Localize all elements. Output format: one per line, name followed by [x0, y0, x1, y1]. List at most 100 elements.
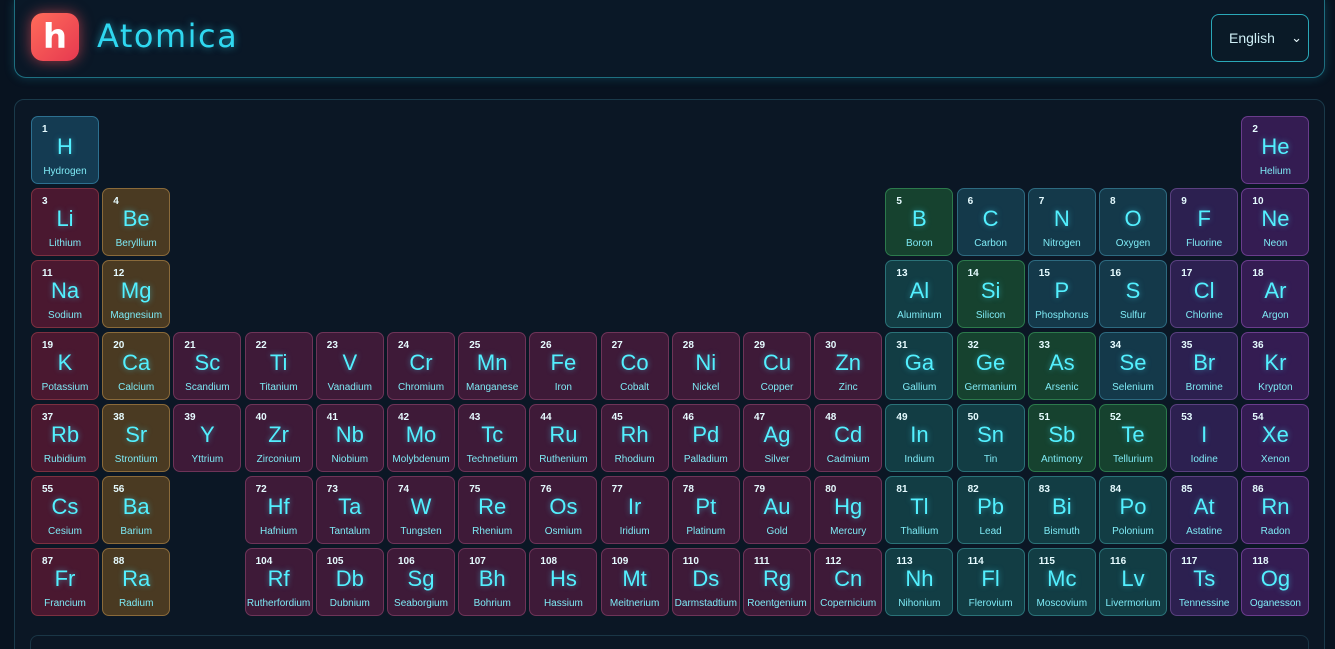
element-cell-lv[interactable]: 116 Lv Livermorium [1099, 548, 1167, 616]
element-name: Ruthenium [539, 454, 588, 465]
element-cell-k[interactable]: 19 K Potassium [31, 332, 99, 400]
app-header: h Atomica English ⌄ [14, 0, 1325, 78]
element-symbol: Ni [695, 350, 717, 375]
element-cell-n[interactable]: 7 N Nitrogen [1027, 188, 1096, 256]
element-cell-fe[interactable]: 26 Fe Iron [529, 332, 598, 400]
element-cell-zn[interactable]: 30 Zn Zinc [814, 332, 883, 400]
element-cell-kr[interactable]: 36 Kr Krypton [1241, 332, 1310, 400]
element-symbol: Fe [550, 350, 577, 375]
element-cell-in[interactable]: 49 In Indium [885, 404, 954, 472]
element-cell-o[interactable]: 8 O Oxygen [1099, 188, 1167, 256]
element-cell-rf[interactable]: 104 Rf Rutherfordium [244, 548, 313, 616]
element-cell-al[interactable]: 13 Al Aluminum [885, 260, 954, 328]
element-cell-f[interactable]: 9 F Fluorine [1170, 188, 1239, 256]
element-cell-ra[interactable]: 88 Ra Radium [102, 548, 171, 616]
element-cell-ni[interactable]: 28 Ni Nickel [671, 332, 740, 400]
element-cell-fl[interactable]: 114 Fl Flerovium [956, 548, 1025, 616]
element-cell-cl[interactable]: 17 Cl Chlorine [1170, 260, 1239, 328]
element-cell-as[interactable]: 33 As Arsenic [1027, 332, 1096, 400]
element-cell-h[interactable]: 1 H Hydrogen [31, 116, 99, 184]
element-cell-hs[interactable]: 108 Hs Hassium [529, 548, 598, 616]
element-cell-ga[interactable]: 31 Ga Gallium [885, 332, 954, 400]
element-cell-si[interactable]: 14 Si Silicon [956, 260, 1025, 328]
element-cell-ar[interactable]: 18 Ar Argon [1241, 260, 1310, 328]
element-cell-re[interactable]: 75 Re Rhenium [458, 476, 527, 544]
element-cell-sn[interactable]: 50 Sn Tin [956, 404, 1025, 472]
element-cell-s[interactable]: 16 S Sulfur [1099, 260, 1167, 328]
element-cell-sb[interactable]: 51 Sb Antimony [1027, 404, 1096, 472]
element-cell-b[interactable]: 5 B Boron [885, 188, 954, 256]
element-cell-v[interactable]: 23 V Vanadium [315, 332, 384, 400]
element-cell-co[interactable]: 27 Co Cobalt [600, 332, 669, 400]
element-cell-rg[interactable]: 111 Rg Roentgenium [743, 548, 811, 616]
element-cell-tc[interactable]: 43 Tc Technetium [458, 404, 527, 472]
element-cell-mg[interactable]: 12 Mg Magnesium [102, 260, 171, 328]
element-cell-mt[interactable]: 109 Mt Meitnerium [600, 548, 669, 616]
element-cell-i[interactable]: 53 I Iodine [1170, 404, 1239, 472]
app-logo[interactable]: h [31, 13, 79, 61]
element-cell-ir[interactable]: 77 Ir Iridium [600, 476, 669, 544]
element-cell-na[interactable]: 11 Na Sodium [31, 260, 99, 328]
element-cell-mn[interactable]: 25 Mn Manganese [458, 332, 527, 400]
element-cell-ts[interactable]: 117 Ts Tennessine [1170, 548, 1239, 616]
language-select[interactable]: English ⌄ [1211, 14, 1309, 62]
element-cell-sg[interactable]: 106 Sg Seaborgium [387, 548, 455, 616]
element-cell-pd[interactable]: 46 Pd Palladium [671, 404, 740, 472]
element-cell-db[interactable]: 105 Db Dubnium [315, 548, 384, 616]
element-cell-he[interactable]: 2 He Helium [1241, 116, 1310, 184]
element-cell-ag[interactable]: 47 Ag Silver [743, 404, 811, 472]
element-cell-p[interactable]: 15 P Phosphorus [1027, 260, 1096, 328]
element-cell-nh[interactable]: 113 Nh Nihonium [885, 548, 954, 616]
element-cell-pb[interactable]: 82 Pb Lead [956, 476, 1025, 544]
element-name: Tantalum [329, 526, 371, 537]
element-cell-xe[interactable]: 54 Xe Xenon [1241, 404, 1310, 472]
element-cell-rh[interactable]: 45 Rh Rhodium [600, 404, 669, 472]
element-cell-po[interactable]: 84 Po Polonium [1099, 476, 1167, 544]
element-cell-se[interactable]: 34 Se Selenium [1099, 332, 1167, 400]
element-cell-og[interactable]: 118 Og Oganesson [1241, 548, 1310, 616]
element-cell-au[interactable]: 79 Au Gold [743, 476, 811, 544]
element-cell-c[interactable]: 6 C Carbon [956, 188, 1025, 256]
element-cell-ti[interactable]: 22 Ti Titanium [244, 332, 313, 400]
element-cell-os[interactable]: 76 Os Osmium [529, 476, 598, 544]
element-cell-rn[interactable]: 86 Rn Radon [1241, 476, 1310, 544]
element-cell-be[interactable]: 4 Be Beryllium [102, 188, 171, 256]
element-symbol: Ra [122, 566, 151, 591]
element-cell-sc[interactable]: 21 Sc Scandium [173, 332, 242, 400]
element-symbol: I [1201, 422, 1208, 447]
element-name: Oganesson [1249, 598, 1301, 609]
element-cell-ru[interactable]: 44 Ru Ruthenium [529, 404, 598, 472]
element-cell-fr[interactable]: 87 Fr Francium [31, 548, 99, 616]
element-cell-bi[interactable]: 83 Bi Bismuth [1027, 476, 1096, 544]
element-cell-te[interactable]: 52 Te Tellurium [1099, 404, 1167, 472]
element-cell-li[interactable]: 3 Li Lithium [31, 188, 99, 256]
element-cell-hf[interactable]: 72 Hf Hafnium [244, 476, 313, 544]
element-cell-zr[interactable]: 40 Zr Zirconium [244, 404, 313, 472]
element-symbol: Zn [835, 350, 862, 375]
element-cell-ta[interactable]: 73 Ta Tantalum [315, 476, 384, 544]
element-cell-y[interactable]: 39 Y Yttrium [173, 404, 242, 472]
element-cell-cs[interactable]: 55 Cs Cesium [31, 476, 99, 544]
element-cell-cu[interactable]: 29 Cu Copper [743, 332, 811, 400]
element-cell-at[interactable]: 85 At Astatine [1170, 476, 1239, 544]
element-cell-ca[interactable]: 20 Ca Calcium [102, 332, 171, 400]
element-cell-mo[interactable]: 42 Mo Molybdenum [387, 404, 455, 472]
element-cell-sr[interactable]: 38 Sr Strontium [102, 404, 171, 472]
element-cell-cd[interactable]: 48 Cd Cadmium [814, 404, 883, 472]
element-cell-ba[interactable]: 56 Ba Barium [102, 476, 171, 544]
element-cell-hg[interactable]: 80 Hg Mercury [814, 476, 883, 544]
element-cell-br[interactable]: 35 Br Bromine [1170, 332, 1239, 400]
element-cell-cn[interactable]: 112 Cn Copernicium [814, 548, 883, 616]
element-cell-pt[interactable]: 78 Pt Platinum [671, 476, 740, 544]
element-cell-ds[interactable]: 110 Ds Darmstadtium [671, 548, 740, 616]
element-cell-rb[interactable]: 37 Rb Rubidium [31, 404, 99, 472]
element-cell-cr[interactable]: 24 Cr Chromium [387, 332, 455, 400]
element-cell-ne[interactable]: 10 Ne Neon [1241, 188, 1310, 256]
element-cell-mc[interactable]: 115 Mc Moscovium [1027, 548, 1096, 616]
element-cell-bh[interactable]: 107 Bh Bohrium [458, 548, 527, 616]
element-cell-ge[interactable]: 32 Ge Germanium [956, 332, 1025, 400]
element-name: Silicon [975, 310, 1006, 321]
element-cell-nb[interactable]: 41 Nb Niobium [315, 404, 384, 472]
element-cell-tl[interactable]: 81 Tl Thallium [885, 476, 954, 544]
element-cell-w[interactable]: 74 W Tungsten [387, 476, 455, 544]
